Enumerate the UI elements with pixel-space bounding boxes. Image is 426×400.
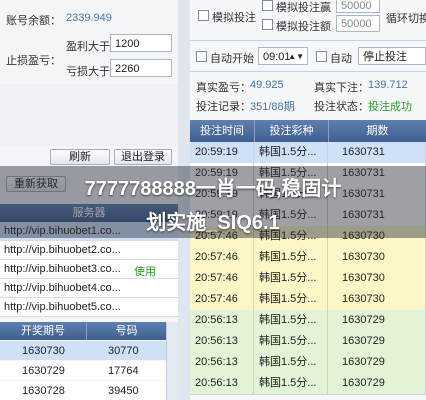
cell-time: 20:57:46 [190,268,254,289]
draw-number-header: 号码 [86,322,166,340]
bet-record-label: 投注记录： [196,101,251,113]
draw-period: 1630729 [22,365,65,377]
left-spacer [0,84,178,146]
table-row[interactable]: 20:57:46 韩国1.5分... 1630730 [190,289,426,311]
cell-time: 20:59:19 [190,142,254,163]
cell-time: 20:57:46 [190,247,254,268]
cell-game: 韩国1.5分... [254,289,328,310]
cell-game: 韩国1.5分... [254,310,328,331]
server-row[interactable]: http://vip.bihuobet3.co... 使用 [0,260,178,279]
stop-bet-select-value: 停止投注 [363,51,407,63]
sim-add-label: 模拟投注额 [276,21,331,33]
cell-period: 1630730 [328,247,426,268]
auto-start-time-value: 09:01 [263,51,291,63]
cell-time: 20:56:13 [190,331,254,352]
stop-loss-label: 止损盈亏： [6,55,61,67]
server-url: http://vip.bihuobet2.co... [4,244,121,256]
server-status: 使用 [134,266,156,278]
cell-game: 韩国1.5分... [254,331,328,352]
sim-win-checkbox[interactable] [262,0,273,11]
table-row[interactable]: 20:56:13 韩国1.5分... 1630729 [190,331,426,353]
col-bet-game[interactable]: 投注彩种 [254,120,328,142]
draw-period-header: 开奖期号 [0,322,86,340]
real-bet-label: 真实下注： [314,82,369,94]
draw-period: 1630730 [22,345,65,357]
bet-record-value: 351/88期 [250,101,295,113]
real-profit-label: 真实盈亏： [196,82,251,94]
cell-time: 20:56:13 [190,310,254,331]
sim-bet-label: 模拟投注 [212,12,256,24]
auto-start-time[interactable]: 09:01 ▲▼ [258,47,308,65]
stop-bet-select[interactable]: 停止投注 [358,47,426,65]
sim-bet-checkbox[interactable] [198,10,209,21]
server-row[interactable]: http://vip.bihuobet5.co... [0,298,178,317]
draw-number: 39450 [108,385,139,397]
cell-period: 1630729 [328,373,426,394]
server-row[interactable]: http://vip.bihuobet4.co... [0,279,178,298]
sim-add-input[interactable]: 50000 [336,15,380,32]
server-url: http://vip.bihuobet5.co... [4,301,121,313]
cycle-switch-label: 循环切换 [386,13,426,25]
loss-label: 亏损大于 [66,66,110,78]
loss-input[interactable]: 2260 [110,59,172,77]
draw-row[interactable]: 1630728 39450 [0,381,166,400]
cell-period: 1630729 [328,331,426,352]
cell-time: 20:56:13 [190,352,254,373]
profit-input[interactable]: 1200 [110,34,172,52]
cell-period: 1630729 [328,352,426,373]
server-row[interactable]: http://vip.bihuobet2.co... [0,241,178,260]
refresh-button[interactable]: 刷新 [50,149,110,165]
real-bet-value: 139.712 [368,79,408,91]
sim-win-label: 模拟投注赢 [276,2,331,14]
cell-game: 韩国1.5分... [254,142,328,163]
table-row[interactable]: 20:57:46 韩国1.5分... 1630730 [190,268,426,290]
caption-line-1: 7777788888一肖一码,稳固计 [84,178,342,200]
draw-number: 17764 [108,365,139,377]
col-bet-time[interactable]: 投注时间 [190,120,254,142]
cell-game: 韩国1.5分... [254,247,328,268]
account-balance-value: 2339.949 [66,12,112,24]
auto-start-checkbox[interactable] [196,51,207,62]
draw-number: 30770 [108,345,139,357]
cell-time: 20:56:13 [190,373,254,394]
server-url: http://vip.bihuobet3.co... [4,263,121,275]
table-row[interactable]: 20:56:13 韩国1.5分... 1630729 [190,373,426,395]
table-row[interactable]: 20:56:13 韩国1.5分... 1630729 [190,352,426,374]
cell-period: 1630730 [328,289,426,310]
sim-win-input[interactable]: 50000 [336,0,380,13]
draw-row[interactable]: 1630730 30770 [0,341,166,360]
cell-game: 韩国1.5分... [254,268,328,289]
draw-period: 1630728 [22,385,65,397]
account-balance-label: 账号余额： [6,15,61,27]
bet-status-value: 投注成功 [368,101,412,113]
cell-time: 20:57:46 [190,289,254,310]
real-profit-value: 49.925 [250,79,284,91]
divider [190,71,426,72]
divider [190,40,426,41]
sim-add-checkbox[interactable] [262,19,273,30]
table-row[interactable]: 20:56:13 韩国1.5分... 1630729 [190,310,426,332]
profit-label: 盈利大于 [66,41,110,53]
draw-row[interactable]: 1630729 17764 [0,361,166,380]
caption-line-2: 划实施_SIQ6.1 [146,212,280,234]
cell-game: 韩国1.5分... [254,373,328,394]
auto-label: 自动 [330,53,352,65]
auto-start-label: 自动开始 [210,53,254,65]
cell-period: 1630730 [328,268,426,289]
bet-status-label: 投注状态： [314,101,369,113]
server-url: http://vip.bihuobet4.co... [4,282,121,294]
auto-checkbox[interactable] [316,51,327,62]
table-row[interactable]: 20:57:46 韩国1.5分... 1630730 [190,247,426,269]
table-row[interactable]: 20:59:19 韩国1.5分... 1630731 [190,142,426,164]
time-spinner-icon[interactable]: ▲▼ [288,48,304,64]
logout-button[interactable]: 退出登录 [114,149,172,165]
cell-game: 韩国1.5分... [254,352,328,373]
caption-overlay: 7777788888一肖一码,稳固计 划实施_SIQ6.1 [0,166,426,238]
col-period[interactable]: 期数 [328,120,426,142]
cell-period: 1630729 [328,310,426,331]
cell-period: 1630731 [328,142,426,163]
